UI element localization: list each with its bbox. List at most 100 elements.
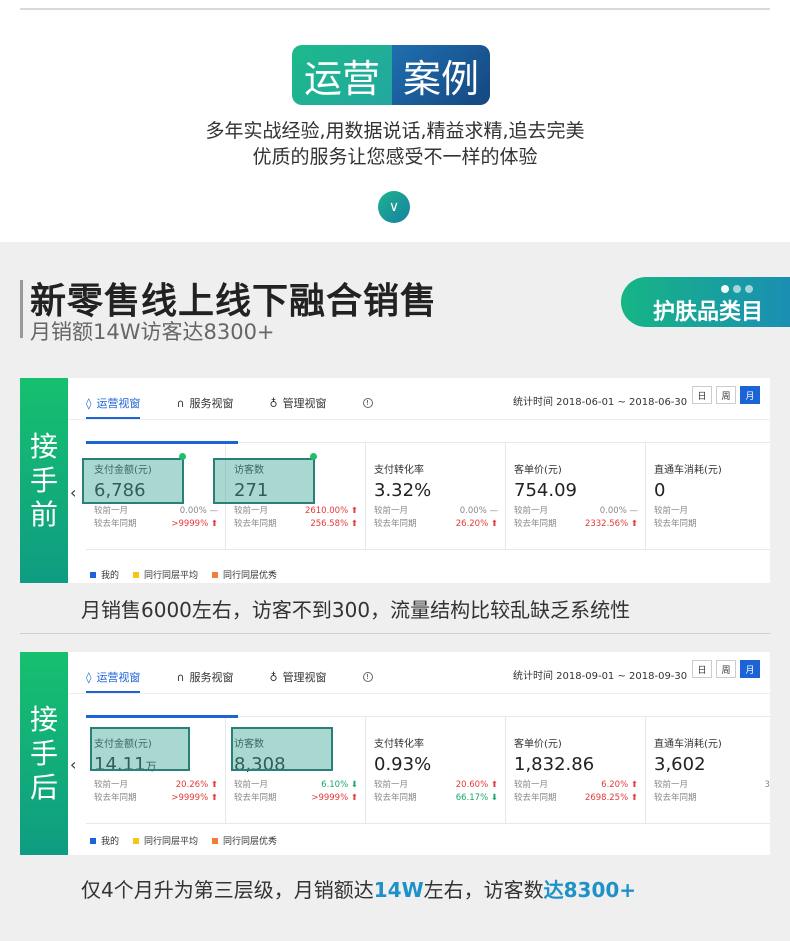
compare-label: 较前一月 <box>94 506 129 516</box>
compare-label: 较去年同期 <box>514 519 557 529</box>
metric-card[interactable]: 直通车消耗(元) 0 较前一月0较去年同期0 <box>646 443 770 549</box>
tab-management[interactable]: ♁ 管理视窗 <box>270 662 327 692</box>
compare-label: 较前一月 <box>654 506 689 516</box>
chevron-down-icon[interactable]: ∨ <box>378 191 410 223</box>
legend-item[interactable]: 同行同层优秀 <box>212 834 277 847</box>
compare-year: 较去年同期 66.17% ⬇ <box>374 792 498 805</box>
caption-after: 仅4个月升为第三层级，月销额达14W左右，访客数达8300+ <box>81 874 790 903</box>
legend: 我的 同行同层平均 同行同层优秀 <box>90 568 277 581</box>
caption-after-highlight-sales: 14W <box>373 878 424 902</box>
period-button[interactable]: 月 <box>740 386 760 404</box>
title-accent-bar <box>20 280 23 338</box>
compare-year: 较去年同期0. <box>654 792 770 805</box>
badge-left: 运营 <box>292 45 392 105</box>
compare-month: 较前一月 20.26% ⬆ <box>94 779 218 792</box>
legend-label: 同行同层优秀 <box>223 837 278 847</box>
legend-swatch <box>212 571 219 578</box>
compare-year: 较去年同期 2332.56% ⬆ <box>514 518 638 531</box>
shield-icon: ◊ <box>86 670 92 684</box>
tab-operation[interactable]: ◊ 运营视窗 <box>86 662 141 693</box>
compare-month: 较前一月 20.60% ⬆ <box>374 779 498 792</box>
metric-title: 直通车消耗(元) <box>654 465 722 476</box>
legend-swatch <box>212 837 219 844</box>
highlight-dot-icon <box>179 453 186 460</box>
dot-icon <box>733 285 741 293</box>
legend-label: 我的 <box>101 837 120 847</box>
metric-number: 3.32% <box>374 480 432 501</box>
compare-month: 较前一月 6.20% ⬆ <box>514 779 638 792</box>
compare-label: 较前一月 <box>234 506 269 516</box>
legend-swatch <box>90 837 96 844</box>
legend-item[interactable]: 我的 <box>90 834 119 847</box>
dot-icon <box>745 285 753 293</box>
legend-item[interactable]: 我的 <box>90 568 119 581</box>
metric-value: 3,602 <box>654 754 770 775</box>
compare-year: 较去年同期 >9999% ⬆ <box>94 792 218 805</box>
highlight-box <box>231 727 333 771</box>
metric-card[interactable]: 支付转化率 3.32% 较前一月 0.00% — 较去年同期 26.20% ⬆ <box>366 443 506 549</box>
compare-year: 较去年同期 >9999% ⬆ <box>94 518 218 531</box>
info-icon[interactable]: ! <box>362 398 373 408</box>
compare-month: 较前一月 0.00% — <box>94 505 218 518</box>
compare-year: 较去年同期 26.20% ⬆ <box>374 518 498 531</box>
compare-label: 较前一月 <box>514 506 549 516</box>
metric-card[interactable]: 客单价(元) 754.09 较前一月 0.00% — 较去年同期 2332.56% ⬆ <box>506 443 646 549</box>
side-label-char: 接 <box>29 702 58 736</box>
legend-label: 同行同层优秀 <box>223 571 278 581</box>
badge-right: 案例 <box>392 45 490 105</box>
period-button[interactable]: 周 <box>716 660 736 678</box>
compare-value: 66.17% ⬇ <box>455 793 498 803</box>
compare-label: 较去年同期 <box>374 793 417 803</box>
section-badge: 运营 案例 <box>292 45 490 105</box>
metric-title: 客单价(元) <box>514 465 562 476</box>
legend-label: 同行同层平均 <box>144 837 199 847</box>
info-icon[interactable]: ! <box>362 672 373 682</box>
tab-service[interactable]: ∩ 服务视窗 <box>176 388 233 418</box>
tab-management[interactable]: ♁ 管理视窗 <box>270 388 327 418</box>
stat-time: 统计时间 2018-09-01 ~ 2018-09-30 <box>513 671 688 682</box>
compare-month: 较前一月 0.00% — <box>374 505 498 518</box>
compare-value: 2610.00% ⬆ <box>304 506 358 516</box>
compare-value: 2332.56% ⬆ <box>584 519 638 529</box>
period-switch: 日周月 <box>692 386 760 404</box>
side-label-char: 接 <box>29 429 58 463</box>
metric-value: 1,832.86 <box>514 754 645 775</box>
highlight-box <box>82 458 184 504</box>
side-label-char: 后 <box>29 770 58 804</box>
top-divider <box>20 8 770 10</box>
legend-label: 同行同层平均 <box>144 571 199 581</box>
legend-swatch <box>133 571 140 578</box>
side-label: 接手前 <box>20 378 68 583</box>
side-label-char: 前 <box>29 497 58 531</box>
metric-card[interactable]: 客单价(元) 1,832.86 较前一月 6.20% ⬆ 较去年同期 2698.25% ⬆ <box>506 717 646 823</box>
metric-value: 0 <box>654 480 770 501</box>
legend-item[interactable]: 同行同层平均 <box>133 568 198 581</box>
period-button[interactable]: 日 <box>692 660 712 678</box>
compare-value: 20.60% ⬆ <box>455 780 498 790</box>
compare-month: 较前一月 0.00% — <box>514 505 638 518</box>
dot-icon <box>721 285 729 293</box>
tab-label: 运营视窗 <box>96 397 141 410</box>
metric-number: 3,602 <box>654 754 706 775</box>
compare-value: 6.10% ⬇ <box>321 780 358 790</box>
stat-time: 统计时间 2018-06-01 ~ 2018-06-30 <box>513 397 688 408</box>
metric-title: 支付转化率 <box>374 465 424 476</box>
compare-month: 较前一月 31. <box>654 779 770 792</box>
period-button[interactable]: 周 <box>716 386 736 404</box>
tab-operation[interactable]: ◊ 运营视窗 <box>86 388 141 419</box>
tab-service[interactable]: ∩ 服务视窗 <box>176 662 233 692</box>
medal-icon: ♁ <box>269 670 278 684</box>
compare-label: 较前一月 <box>234 780 269 790</box>
compare-label: 较去年同期 <box>94 519 137 529</box>
legend-item[interactable]: 同行同层平均 <box>133 834 198 847</box>
chevron-left-icon[interactable]: ‹ <box>70 755 76 774</box>
compare-label: 较前一月 <box>514 780 549 790</box>
chevron-left-icon[interactable]: ‹ <box>70 483 76 502</box>
period-button[interactable]: 日 <box>692 386 712 404</box>
legend-item[interactable]: 同行同层优秀 <box>212 568 277 581</box>
period-button[interactable]: 月 <box>740 660 760 678</box>
legend: 我的 同行同层平均 同行同层优秀 <box>90 834 277 847</box>
compare-value: 2698.25% ⬆ <box>584 793 638 803</box>
metric-card[interactable]: 支付转化率 0.93% 较前一月 20.60% ⬆ 较去年同期 66.17% ⬇ <box>366 717 506 823</box>
metric-card[interactable]: 直通车消耗(元) 3,602 较前一月 31. 较去年同期0. <box>646 717 770 823</box>
